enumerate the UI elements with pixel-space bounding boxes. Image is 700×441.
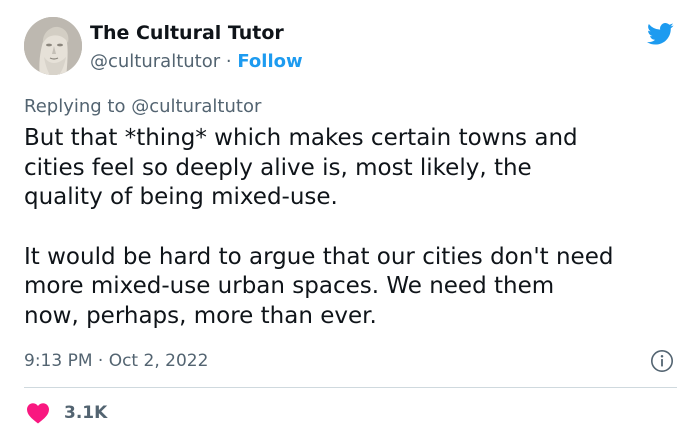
like-action[interactable]: 3.1K bbox=[26, 401, 107, 425]
author-display-name[interactable]: The Cultural Tutor bbox=[90, 22, 284, 44]
reply-mention-link[interactable]: @culturaltutor bbox=[131, 96, 261, 117]
bust-avatar-image bbox=[24, 17, 82, 75]
tweet-timestamp[interactable]: 9:13 PM · Oct 2, 2022 bbox=[24, 351, 208, 371]
handle-separator: · bbox=[225, 51, 232, 72]
tweet-text: But that *thing* which makes certain tow… bbox=[24, 124, 684, 331]
divider bbox=[24, 387, 677, 388]
tweet-paragraph: But that *thing* which makes certain tow… bbox=[24, 125, 578, 210]
like-count: 3.1K bbox=[64, 403, 108, 423]
author-handle-row: @culturaltutor · Follow bbox=[90, 51, 303, 72]
author-handle[interactable]: @culturaltutor bbox=[90, 51, 220, 72]
replying-to-label: Replying to bbox=[24, 96, 126, 117]
twitter-bird-icon[interactable] bbox=[644, 20, 677, 47]
follow-button[interactable]: Follow bbox=[237, 51, 302, 72]
tweet-paragraph: It would be hard to argue that our citie… bbox=[24, 243, 614, 329]
heart-icon[interactable] bbox=[26, 402, 50, 424]
replying-to: Replying to @culturaltutor bbox=[24, 96, 261, 117]
avatar[interactable] bbox=[24, 17, 82, 75]
info-icon[interactable] bbox=[650, 349, 674, 373]
